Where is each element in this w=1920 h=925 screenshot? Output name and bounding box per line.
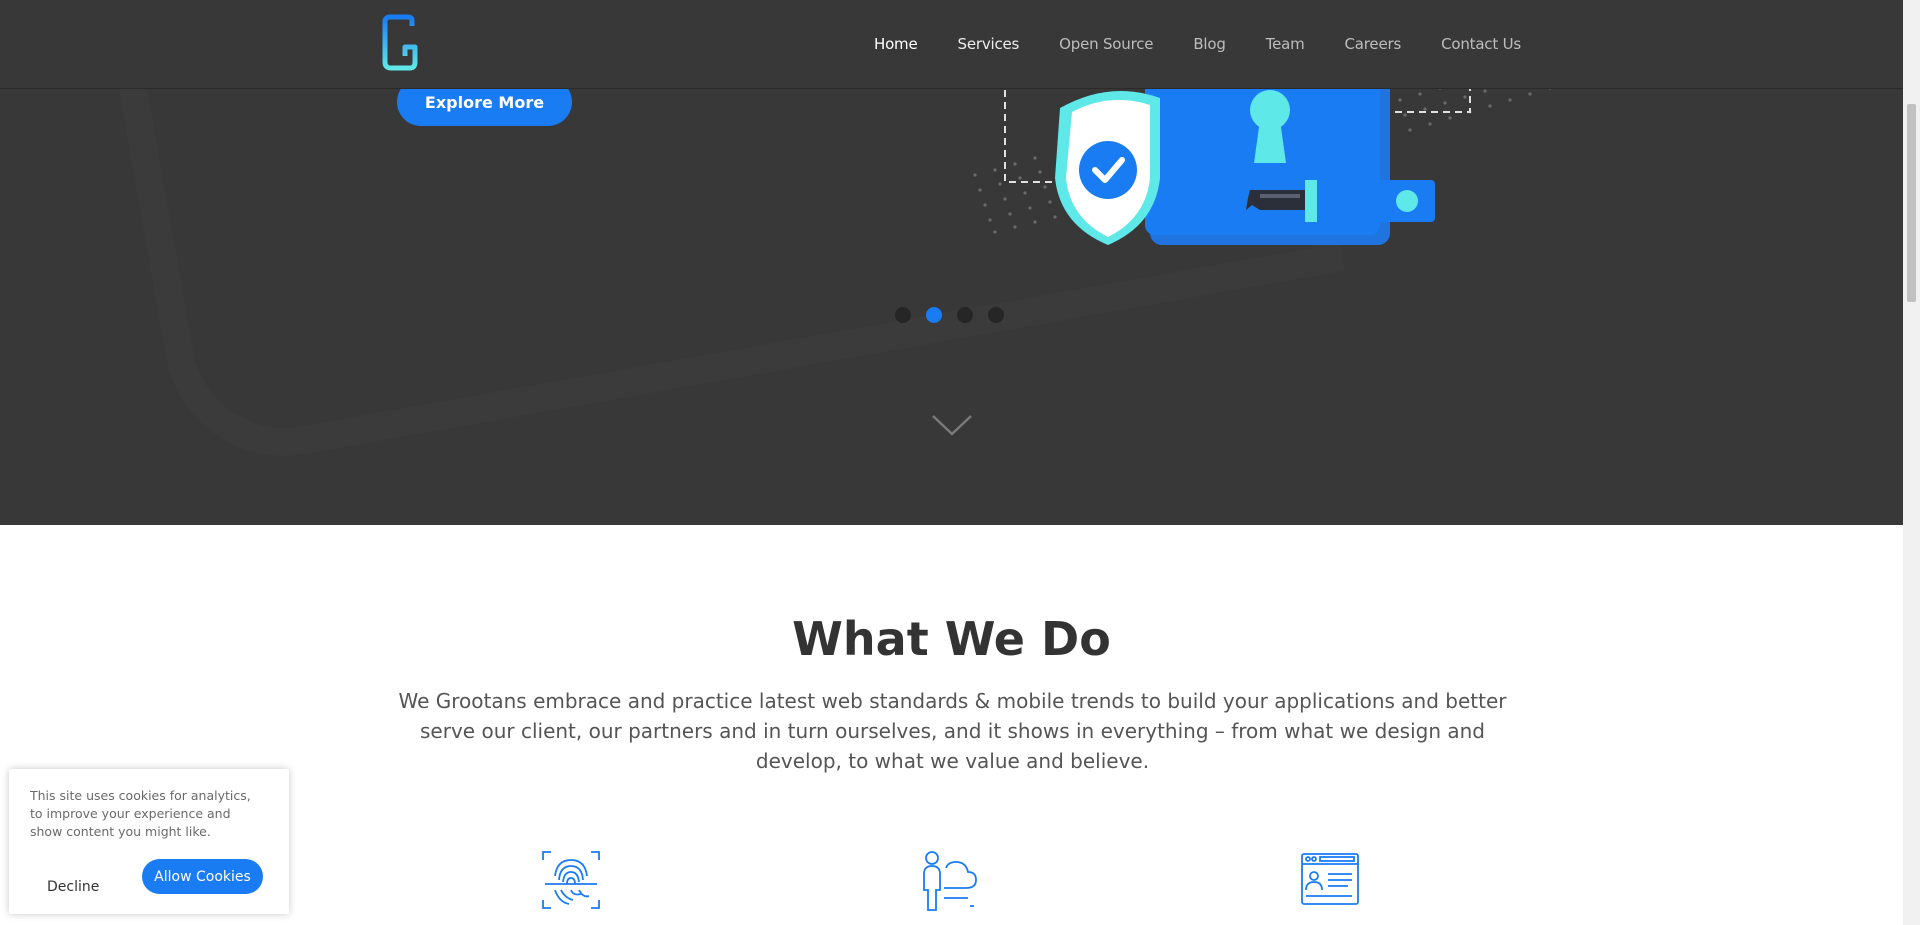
carousel-dot-2[interactable] xyxy=(926,307,942,323)
main-nav: Home Services Open Source Blog Team Care… xyxy=(834,0,1521,88)
nav-blog[interactable]: Blog xyxy=(1193,35,1226,53)
what-we-do-description: We Grootans embrace and practice latest … xyxy=(398,689,1507,773)
carousel-dots xyxy=(895,307,1004,323)
nav-contact-us[interactable]: Contact Us xyxy=(1441,35,1521,53)
site-header: Home Services Open Source Blog Team Care… xyxy=(0,0,1903,89)
person-cloud-icon xyxy=(923,851,977,911)
nav-careers[interactable]: Careers xyxy=(1345,35,1402,53)
cookie-banner: This site uses cookies for analytics, to… xyxy=(9,769,289,914)
dotted-pattern-left xyxy=(973,156,1057,234)
carousel-dot-1[interactable] xyxy=(895,307,911,323)
browser-profile-icon xyxy=(1301,853,1359,905)
shield-check-icon xyxy=(1055,90,1160,246)
grootan-logo[interactable] xyxy=(380,14,420,74)
page: Explore More Home Services Open Source B… xyxy=(0,0,1903,925)
what-we-do-title: What We Do xyxy=(792,612,1111,666)
allow-cookies-button[interactable]: Allow Cookies xyxy=(142,859,263,894)
decline-cookies-button[interactable]: Decline xyxy=(39,873,107,901)
chevron-down-icon[interactable] xyxy=(930,412,974,438)
nav-services[interactable]: Services xyxy=(958,35,1020,53)
carousel-dot-4[interactable] xyxy=(988,307,1004,323)
carousel-dot-3[interactable] xyxy=(957,307,973,323)
fingerprint-icon xyxy=(542,851,600,909)
nav-home[interactable]: Home xyxy=(874,35,918,53)
nav-open-source[interactable]: Open Source xyxy=(1059,35,1153,53)
cookie-message: This site uses cookies for analytics, to… xyxy=(30,788,251,839)
security-illustration xyxy=(973,60,1612,246)
nav-team[interactable]: Team xyxy=(1266,35,1305,53)
page-scrollbar[interactable] xyxy=(1903,0,1920,925)
scrollbar-thumb[interactable] xyxy=(1907,104,1916,302)
